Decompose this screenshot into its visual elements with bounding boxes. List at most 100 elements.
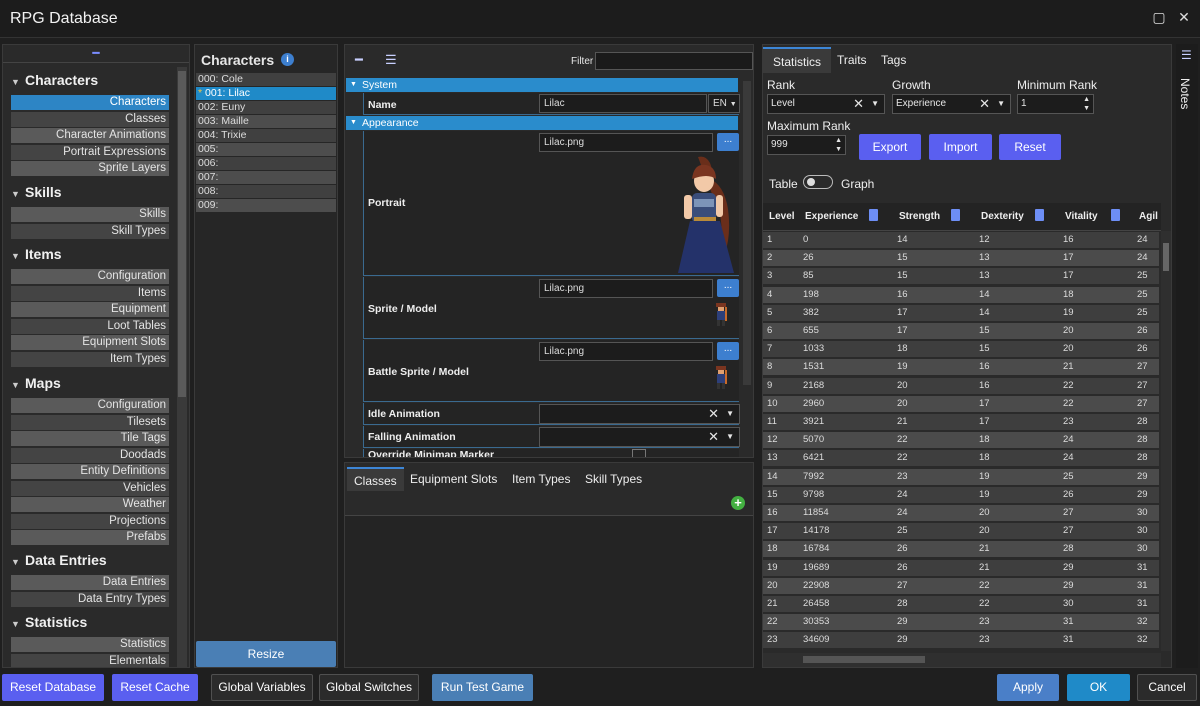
spinner-icon[interactable]: ▲ ▼ [1083,95,1090,113]
table-cell[interactable]: 16784 [803,541,829,557]
table-cell[interactable]: 3921 [803,414,824,430]
column-header[interactable]: Agil [1139,211,1158,222]
table-cell[interactable]: 26 [803,250,814,266]
table-cell[interactable]: 23 [979,632,990,648]
table-row[interactable]: 12 5070 22 18 24 28 [763,432,1159,449]
tree-item[interactable]: Skills [11,207,169,222]
table-cell[interactable]: 19 [979,487,990,503]
tree-item[interactable]: Projections [11,513,169,529]
tree-item[interactable]: Loot Tables [11,318,169,334]
table-horizontal-scrollbar[interactable] [763,653,1161,667]
table-cell[interactable]: 23 [767,632,778,648]
collapse-icon[interactable]: ━ [355,52,363,68]
table-cell[interactable]: 1 [767,232,772,248]
spinner-icon[interactable]: ▲ ▼ [835,136,842,154]
table-cell[interactable]: 9798 [803,487,824,503]
clear-icon[interactable]: ✕ [708,428,719,446]
table-cell[interactable]: 14 [979,305,990,321]
table-row[interactable]: 15 9798 24 19 26 29 [763,486,1159,503]
tree-item[interactable]: Statistics [11,637,169,652]
table-cell[interactable]: 19 [979,469,990,485]
column-header[interactable]: Dexterity [981,211,1024,222]
table-cell[interactable]: 4 [767,287,772,303]
section-appearance[interactable]: ▼ Appearance [346,116,738,130]
table-cell[interactable]: 15 [897,268,908,284]
table-cell[interactable]: 30 [1137,523,1148,539]
name-input[interactable]: Lilac [539,94,707,113]
column-calc-icon[interactable] [1035,209,1044,221]
table-cell[interactable]: 15 [979,341,990,357]
table-cell[interactable]: 16 [1063,232,1074,248]
table-cell[interactable]: 25 [1137,305,1148,321]
table-cell[interactable]: 18 [979,450,990,466]
table-cell[interactable]: 0 [803,232,808,248]
table-cell[interactable]: 16 [897,287,908,303]
maximum-rank-input[interactable]: 999 ▲ ▼ [767,135,846,155]
tree-item[interactable]: Weather [11,497,169,512]
menu-icon[interactable]: ☰ [385,52,397,68]
table-cell[interactable]: 17 [1063,250,1074,266]
table-cell[interactable]: 26 [1137,323,1148,339]
table-cell[interactable]: 10 [767,396,778,412]
table-row[interactable]: 6 655 17 15 20 26 [763,323,1159,339]
table-cell[interactable]: 26 [897,541,908,557]
table-cell[interactable]: 22 [767,614,778,630]
section-system[interactable]: ▼ System [346,78,738,92]
table-cell[interactable]: 7 [767,341,772,357]
tree-group-header[interactable]: ▼ Maps [11,375,61,391]
table-cell[interactable]: 25 [1063,469,1074,485]
table-cell[interactable]: 15 [897,250,908,266]
close-icon[interactable]: ✕ [1176,9,1192,26]
table-cell[interactable]: 5 [767,305,772,321]
table-cell[interactable]: 31 [1063,614,1074,630]
table-cell[interactable]: 29 [1063,560,1074,576]
tree-item[interactable]: Configuration [11,398,169,413]
filter-input[interactable] [595,52,753,70]
table-cell[interactable]: 21 [1063,359,1074,375]
table-cell[interactable]: 21 [897,414,908,430]
table-row[interactable]: 17 14178 25 20 27 30 [763,523,1159,540]
reset-cache-button[interactable]: Reset Cache [112,674,198,701]
table-row[interactable]: 20 22908 27 22 29 31 [763,577,1159,594]
column-header[interactable]: Vitality [1065,211,1098,222]
table-row[interactable]: 4 198 16 14 18 25 [763,286,1159,303]
table-cell[interactable]: 17 [767,523,778,539]
table-row[interactable]: 3 85 15 13 17 25 [763,268,1159,285]
battle-sprite-file-input[interactable]: Lilac.png [539,342,713,361]
tab-traits[interactable]: Traits [827,47,877,73]
table-cell[interactable]: 22 [1063,378,1074,394]
tab-tags[interactable]: Tags [871,47,916,73]
table-cell[interactable]: 20 [767,578,778,594]
column-calc-icon[interactable] [951,209,960,221]
table-cell[interactable]: 26 [1063,487,1074,503]
override-minimap-checkbox[interactable] [632,449,646,457]
table-cell[interactable]: 15 [767,487,778,503]
table-cell[interactable]: 25 [1137,287,1148,303]
table-cell[interactable]: 17 [897,305,908,321]
table-cell[interactable]: 30 [1137,505,1148,521]
tree-item[interactable]: Configuration [11,269,169,284]
table-cell[interactable]: 31 [1137,596,1148,612]
table-row[interactable]: 22 30353 29 23 31 32 [763,614,1159,631]
table-cell[interactable]: 7992 [803,469,824,485]
editor-scrollbar[interactable] [743,81,751,385]
resize-button[interactable]: Resize [196,641,336,667]
table-cell[interactable]: 2168 [803,378,824,394]
column-header[interactable]: Experience [805,211,858,222]
apply-button[interactable]: Apply [997,674,1059,701]
notes-sidebar[interactable]: ☰ Notes [1176,44,1198,668]
tree-group-header[interactable]: ▼ Items [11,246,62,262]
idle-animation-select[interactable]: ✕ ▼ [539,404,740,424]
character-row[interactable]: 009: [196,199,336,212]
table-cell[interactable]: 14 [979,287,990,303]
global-variables-button[interactable]: Global Variables [211,674,313,701]
table-row[interactable]: 1 0 14 12 16 24 [763,232,1159,248]
table-cell[interactable]: 21 [979,560,990,576]
sprite-browse-button[interactable]: ... [717,279,739,297]
table-cell[interactable]: 19 [1063,305,1074,321]
tree-group-header[interactable]: ▼ Data Entries [11,552,107,568]
column-calc-icon[interactable] [1111,209,1120,221]
table-row[interactable]: 18 16784 26 21 28 30 [763,541,1159,558]
character-row[interactable]: 002: Euny [196,101,336,114]
table-cell[interactable]: 5070 [803,432,824,448]
